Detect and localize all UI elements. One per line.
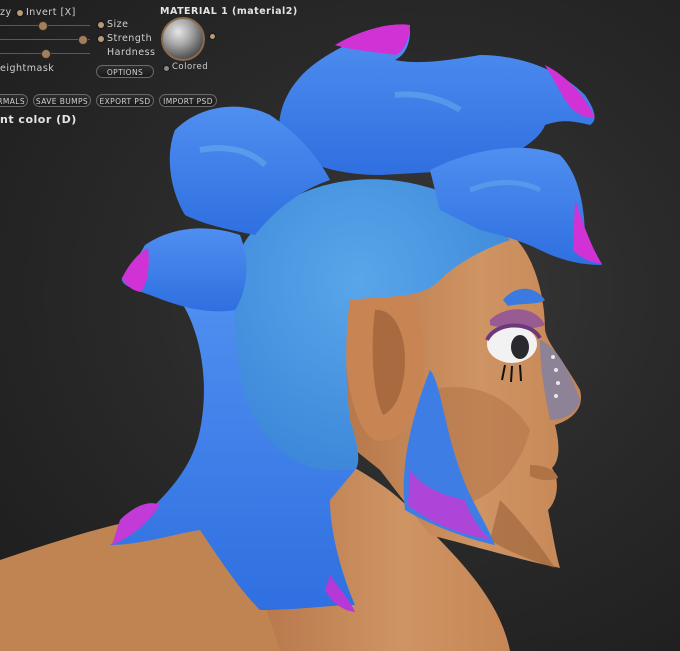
material-preview-sphere[interactable] (161, 17, 205, 61)
lazy-label-fragment: zy (0, 7, 12, 18)
save-bumps-button[interactable]: SAVE BUMPS (33, 94, 91, 107)
material-side-radio[interactable] (210, 34, 215, 39)
import-psd-button[interactable]: IMPORT PSD (159, 94, 217, 107)
normals-button[interactable]: ORMALS (0, 94, 28, 107)
strength-slider-track[interactable] (0, 39, 90, 40)
strength-radio[interactable] (98, 36, 104, 42)
invert-radio[interactable] (17, 10, 23, 16)
brush-settings-panel: zy Invert [X] Size Strength Hardness eig… (0, 0, 260, 130)
invert-label[interactable]: Invert [X] (26, 7, 76, 18)
size-radio[interactable] (98, 22, 104, 28)
weightmask-label-fragment[interactable]: eightmask (0, 63, 54, 74)
strength-label: Strength (107, 33, 153, 44)
colored-radio[interactable] (164, 66, 169, 71)
material-title: MATERIAL 1 (material2) (160, 6, 298, 17)
export-psd-button[interactable]: EXPORT PSD (96, 94, 154, 107)
paint-color-label: nt color (D) (0, 113, 77, 126)
strength-slider-knob[interactable] (78, 35, 88, 45)
size-slider-knob[interactable] (38, 21, 48, 31)
size-label: Size (107, 19, 129, 30)
hardness-label: Hardness (107, 47, 156, 58)
colored-label[interactable]: Colored (172, 62, 208, 72)
hardness-slider-knob[interactable] (41, 49, 51, 59)
options-button[interactable]: OPTIONS (96, 65, 154, 78)
iris (511, 335, 529, 359)
